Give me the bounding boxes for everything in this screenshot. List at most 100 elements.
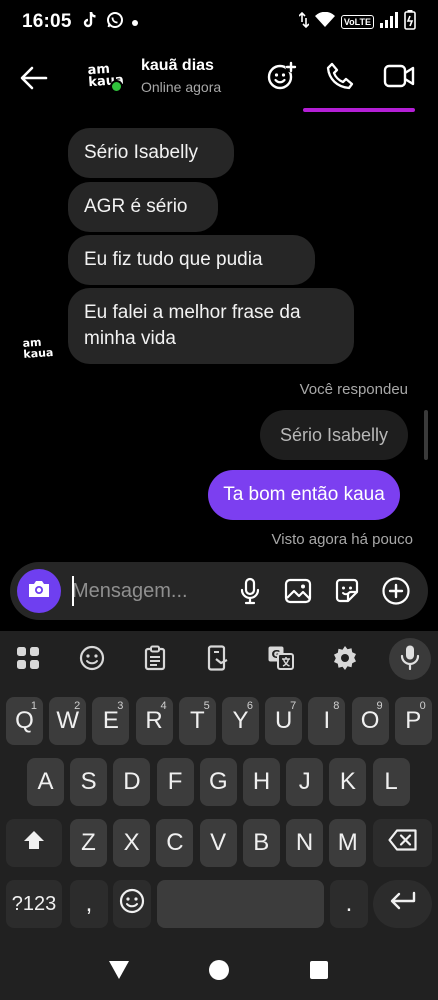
key-p[interactable]: P0 [394, 697, 432, 745]
backspace-key[interactable] [373, 819, 432, 867]
one-handed-mode-icon[interactable] [200, 641, 236, 675]
key-k[interactable]: K [329, 758, 367, 806]
system-navigation-bar [0, 939, 438, 1000]
key-label: F [167, 768, 183, 795]
key-t[interactable]: T5 [178, 697, 216, 745]
emoji-icon[interactable] [74, 641, 110, 675]
add-emoji-icon[interactable] [264, 58, 300, 94]
key-label: I [323, 707, 331, 734]
symbols-key[interactable]: ?123 [6, 880, 62, 928]
received-message[interactable]: Eu falei a melhor frase da minha vida [68, 288, 354, 364]
key-v[interactable]: V [199, 819, 237, 867]
message-text: Ta bom então kaua [223, 484, 385, 505]
gallery-icon[interactable] [283, 576, 313, 606]
tiktok-icon [82, 11, 98, 34]
key-label: B [253, 829, 270, 856]
key-number-hint: 3 [117, 700, 124, 712]
received-message[interactable]: Eu fiz tudo que pudia [68, 235, 315, 285]
key-a[interactable]: A [27, 758, 64, 806]
sent-message[interactable]: Ta bom então kaua [208, 470, 400, 520]
notification-dot-icon [131, 13, 138, 31]
key-label: N [295, 829, 314, 856]
add-icon[interactable] [381, 576, 411, 606]
key-c[interactable]: C [156, 819, 194, 867]
message-text: Eu fiz tudo que pudia [84, 249, 263, 270]
key-number-hint: 9 [376, 700, 383, 712]
back-arrow-icon[interactable] [18, 62, 50, 94]
space-key[interactable] [157, 880, 324, 928]
online-status-dot [110, 80, 123, 93]
reply-indicator-bar [424, 410, 428, 460]
key-f[interactable]: F [156, 758, 194, 806]
key-label: V [210, 829, 227, 856]
received-message[interactable]: AGR é sério [68, 182, 218, 232]
key-b[interactable]: B [242, 819, 280, 867]
key-s[interactable]: S [70, 758, 108, 806]
key-m[interactable]: M [329, 819, 367, 867]
microphone-icon[interactable] [235, 576, 265, 606]
wifi-icon [314, 11, 335, 33]
sticker-icon[interactable] [332, 576, 362, 606]
microphone-icon [400, 644, 420, 675]
key-r[interactable]: R4 [135, 697, 173, 745]
message-text: AGR é sério [84, 196, 188, 217]
key-label: C [166, 829, 184, 856]
key-z[interactable]: Z [70, 819, 107, 867]
apps-grid-icon[interactable] [10, 641, 46, 675]
data-arrows-icon [298, 11, 310, 33]
key-j[interactable]: J [286, 758, 324, 806]
key-u[interactable]: U7 [265, 697, 303, 745]
key-label: G [208, 768, 228, 795]
translate-icon[interactable]: G [263, 641, 299, 675]
video-call-icon[interactable] [381, 58, 417, 94]
backspace-icon [387, 828, 418, 858]
shift-key[interactable] [6, 819, 62, 867]
message-text: Sério Isabelly [84, 142, 199, 163]
nav-home-icon[interactable] [206, 957, 232, 983]
chat-header: am kaua kauã dias Online agora [0, 44, 438, 112]
key-d[interactable]: D [113, 758, 151, 806]
contact-name[interactable]: kauã dias [141, 57, 214, 75]
phone-icon[interactable] [322, 58, 358, 94]
key-label: X [123, 829, 140, 856]
key-h[interactable]: H [243, 758, 280, 806]
voice-input-button[interactable] [389, 638, 431, 680]
settings-icon[interactable] [327, 641, 363, 675]
key-x[interactable]: X [113, 819, 151, 867]
camera-button[interactable] [17, 569, 61, 613]
key-w[interactable]: W2 [49, 697, 87, 745]
signal-icon [380, 11, 398, 33]
message-input[interactable] [72, 576, 222, 606]
key-e[interactable]: E3 [92, 697, 130, 745]
key-l[interactable]: L [372, 758, 410, 806]
key-i[interactable]: I8 [308, 697, 346, 745]
replied-message-preview[interactable]: Sério Isabelly [260, 410, 408, 460]
avatar-logo-text: am kaua [22, 335, 54, 362]
volte-badge: VoLTE [340, 15, 374, 29]
key-y[interactable]: Y6 [222, 697, 259, 745]
key-g[interactable]: G [199, 758, 237, 806]
key-q[interactable]: Q1 [6, 697, 43, 745]
key-label: H [252, 768, 271, 795]
key-label: L [384, 768, 398, 795]
sender-avatar[interactable]: am kaua [20, 330, 56, 366]
contact-status: Online agora [141, 79, 222, 95]
key-number-hint: 7 [290, 700, 297, 712]
key-number-hint: 4 [160, 700, 167, 712]
on-screen-keyboard: G Q1W2E3R4T5Y6U7I8O9P0 ASDFGHJKL ZXCVBNM… [0, 631, 438, 939]
nav-recents-icon[interactable] [306, 957, 332, 983]
key-label: M [337, 829, 358, 856]
emoji-key[interactable] [113, 880, 151, 928]
key-label: T [189, 707, 205, 734]
key-n[interactable]: N [286, 819, 323, 867]
nav-back-icon[interactable] [106, 957, 132, 983]
period-key[interactable]: . [330, 880, 368, 928]
enter-key[interactable] [373, 880, 432, 928]
key-o[interactable]: O9 [351, 697, 389, 745]
key-label: A [37, 768, 54, 795]
key-number-hint: 8 [333, 700, 340, 712]
key-number-hint: 2 [74, 700, 81, 712]
clipboard-icon[interactable] [137, 641, 173, 675]
received-message[interactable]: Sério Isabelly [68, 128, 234, 178]
comma-key[interactable]: , [70, 880, 108, 928]
